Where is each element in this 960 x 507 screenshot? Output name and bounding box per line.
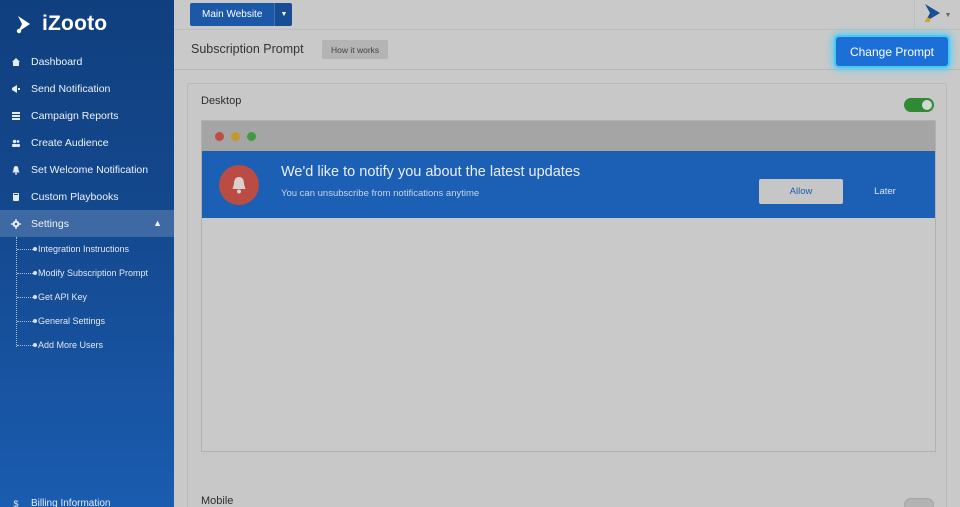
- megaphone-icon: [11, 84, 21, 94]
- caret-down-icon[interactable]: ▼: [274, 3, 293, 26]
- sidebar-item-label: Send Notification: [31, 82, 111, 95]
- submenu-item-label: Integration Instructions: [38, 244, 130, 254]
- sidebar-item-welcome-notification[interactable]: Set Welcome Notification: [0, 156, 174, 183]
- user-menu[interactable]: ▼: [914, 0, 960, 30]
- prompt-subtitle: You can unsubscribe from notifications a…: [281, 188, 480, 199]
- bullet-dot: [33, 343, 37, 347]
- chevron-up-icon[interactable]: ▲: [153, 218, 162, 228]
- sidebar-item-billing[interactable]: $ Billing Information: [11, 498, 110, 507]
- submenu-item-get-api-key[interactable]: Get API Key: [16, 285, 174, 309]
- sidebar-item-send-notification[interactable]: Send Notification: [0, 75, 174, 102]
- sidebar: iZooto Dashboard Send Notification Campa…: [0, 0, 174, 507]
- list-icon: [11, 111, 21, 121]
- prompt-title: We'd like to notify you about the latest…: [281, 164, 581, 180]
- sidebar-item-label: Set Welcome Notification: [31, 163, 149, 176]
- toggle-knob: [922, 100, 932, 110]
- settings-submenu: Integration Instructions Modify Subscrip…: [0, 237, 174, 357]
- sidebar-item-label: Custom Playbooks: [31, 190, 119, 203]
- submenu-item-modify-subscription-prompt[interactable]: Modify Subscription Prompt: [16, 261, 174, 285]
- home-icon: [11, 57, 21, 67]
- desktop-card: Desktop We'd like to notify you about th…: [187, 83, 947, 507]
- chevron-down-icon: ▼: [944, 11, 952, 19]
- change-prompt-button[interactable]: Change Prompt: [836, 37, 948, 66]
- users-icon: [11, 138, 21, 148]
- submenu-item-add-more-users[interactable]: Add More Users: [16, 333, 174, 357]
- minimize-dot-icon: [231, 131, 240, 141]
- bell-icon: [11, 165, 21, 175]
- sidebar-item-settings[interactable]: Settings ▲: [0, 210, 174, 237]
- submenu-item-label: General Settings: [38, 316, 106, 326]
- brand-logo[interactable]: iZooto: [0, 0, 174, 48]
- izooto-avatar-icon: [924, 3, 942, 28]
- browser-titlebar: [202, 121, 935, 151]
- sidebar-item-create-audience[interactable]: Create Audience: [0, 129, 174, 156]
- sidebar-item-label: Create Audience: [31, 136, 109, 149]
- gear-icon: [11, 218, 21, 229]
- submenu-item-label: Get API Key: [38, 292, 88, 302]
- bullet-dot: [33, 271, 37, 275]
- allow-button[interactable]: Allow: [759, 179, 843, 204]
- submenu-item-label: Add More Users: [38, 340, 104, 350]
- sidebar-item-campaign-reports[interactable]: Campaign Reports: [0, 102, 174, 129]
- website-selector[interactable]: Main Website ▼: [190, 3, 293, 26]
- brand-name: iZooto: [42, 12, 108, 35]
- bullet-dot: [33, 319, 37, 323]
- sidebar-item-label: Settings: [31, 217, 69, 230]
- desktop-toggle[interactable]: [904, 98, 934, 112]
- how-it-works-button[interactable]: How it works: [322, 40, 389, 59]
- subscription-prompt-banner: We'd like to notify you about the latest…: [202, 151, 935, 218]
- bullet-dot: [33, 295, 37, 299]
- bell-icon: [219, 165, 259, 205]
- maximize-dot-icon: [247, 131, 256, 141]
- sidebar-item-label: Campaign Reports: [31, 109, 119, 122]
- submenu-item-integration-instructions[interactable]: Integration Instructions: [16, 237, 174, 261]
- sidebar-item-custom-playbooks[interactable]: Custom Playbooks: [0, 183, 174, 210]
- sidebar-item-dashboard[interactable]: Dashboard: [0, 48, 174, 75]
- sidebar-item-label: Billing Information: [31, 498, 111, 507]
- page-title: Subscription Prompt: [191, 42, 304, 56]
- dollar-icon: $: [13, 498, 19, 507]
- submenu-item-label: Modify Subscription Prompt: [38, 268, 149, 278]
- submenu-item-general-settings[interactable]: General Settings: [16, 309, 174, 333]
- browser-preview: We'd like to notify you about the latest…: [201, 120, 936, 452]
- desktop-label: Desktop: [201, 95, 242, 107]
- sidebar-item-label: Dashboard: [31, 55, 83, 68]
- main-content: Desktop We'd like to notify you about th…: [174, 70, 960, 507]
- mobile-label: Mobile: [201, 495, 234, 507]
- close-dot-icon: [215, 131, 224, 141]
- bullet-dot: [33, 247, 37, 251]
- izooto-logo-icon: [16, 14, 36, 34]
- page-header: Subscription Prompt How it works Change …: [174, 30, 960, 70]
- mobile-toggle[interactable]: [904, 498, 934, 507]
- later-button[interactable]: Later: [864, 179, 906, 204]
- book-icon: [11, 192, 21, 202]
- website-selector-button[interactable]: Main Website: [190, 3, 275, 26]
- topbar: Main Website ▼ ▼: [174, 0, 960, 30]
